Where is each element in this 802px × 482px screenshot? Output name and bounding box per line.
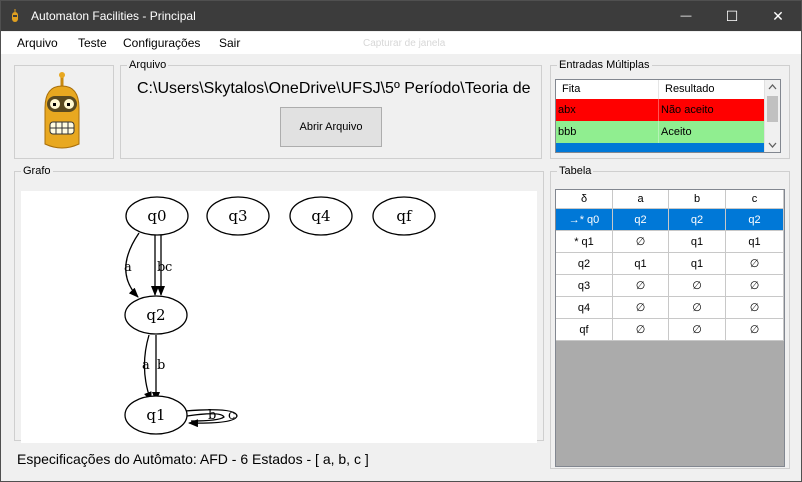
edge-label: b [208,408,216,423]
column-header-resultado[interactable]: Resultado [659,80,766,99]
table-column-header[interactable]: b [669,190,726,209]
tabela-group: Tabela δ a b c →* q0 q2 q2 q2 * q1 ∅ q1 q1 q2 q1 q1 ∅ q3… [550,164,790,469]
state-label: qf [396,207,413,225]
table-cell[interactable]: ∅ [669,319,726,341]
minimize-button[interactable]: — [663,1,709,31]
table-cell[interactable]: q1 [726,231,784,253]
scroll-up-icon [768,84,777,90]
edge-label: b [157,358,165,373]
edge-label: c [228,408,235,423]
grafo-group: Grafo a b c a b b c q0 q3 q4 qf q2 q1 [14,164,544,443]
edge-label: c [165,260,172,275]
table-cell[interactable]: q1 [669,253,726,275]
grafo-group-title: Grafo [21,164,53,178]
state-label: q3 [228,207,247,225]
ghost-capture-label: Capturar de janela [363,38,446,49]
table-cell[interactable]: ∅ [726,275,784,297]
table-cell[interactable]: ∅ [726,319,784,341]
automaton-graph: a b c a b b c q0 q3 q4 qf q2 q1 [124,196,436,435]
entradas-group-title: Entradas Múltiplas [557,58,652,72]
open-file-button[interactable]: Abrir Arquivo [280,107,382,147]
table-cell[interactable]: ∅ [669,275,726,297]
entrada-resultado: Não aceito [659,99,766,121]
table-row-header[interactable]: q3 [556,275,613,297]
entradas-header: Fita Resultado [556,80,766,100]
entrada-row-partial[interactable] [556,143,766,152]
entrada-row[interactable]: abx Não aceito [556,99,766,121]
maximize-icon: ☐ [725,7,739,24]
edge-label: a [124,260,132,275]
scrollbar-thumb[interactable] [767,96,778,122]
tabela-group-title: Tabela [557,164,594,178]
entradas-list[interactable]: Fita Resultado abx Não aceito bbb Aceito [555,79,781,153]
transition-table[interactable]: δ a b c →* q0 q2 q2 q2 * q1 ∅ q1 q1 q2 q1 q1 ∅ q3 ∅ ∅ ∅ q4 ∅ ∅… [555,189,785,467]
arquivo-group: Arquivo C:\Users\Skytalos\OneDrive\UFSJ\… [120,58,542,159]
entrada-row[interactable]: bbb Aceito [556,121,766,143]
main-window: Automaton Facilities - Principal — ☐ ✕ A… [0,0,802,482]
scroll-down-icon [768,142,777,148]
robot-app-icon [12,9,18,22]
table-column-header[interactable]: a [613,190,669,209]
edge-q1-q1-loop-inner [186,413,225,422]
table-row-header[interactable]: qf [556,319,613,341]
table-cell[interactable]: ∅ [613,297,669,319]
file-path-label: C:\Users\Skytalos\OneDrive\UFSJ\5º Perío… [137,80,531,97]
open-file-button-label: Abrir Arquivo [299,121,363,133]
menu-configuracoes[interactable]: Configurações [123,36,200,50]
table-cell[interactable]: q2 [669,209,726,231]
edge-label: a [142,358,150,373]
entradas-group: Entradas Múltiplas Fita Resultado abx Nã… [550,58,790,159]
entrada-resultado: Aceito [659,121,766,143]
table-row-header[interactable]: →* q0 [556,209,613,231]
logo-panel [14,65,114,159]
maximize-button[interactable]: ☐ [709,1,755,31]
state-label: q0 [147,207,166,225]
menu-sair[interactable]: Sair [219,36,240,50]
title-bar[interactable]: Automaton Facilities - Principal — ☐ ✕ [1,1,801,31]
table-cell[interactable]: q2 [613,209,669,231]
table-column-header[interactable]: c [726,190,784,209]
minimize-icon: — [680,10,692,22]
table-row-header[interactable]: q4 [556,297,613,319]
table-cell[interactable]: ∅ [613,231,669,253]
column-header-fita[interactable]: Fita [556,80,659,99]
table-cell[interactable]: ∅ [669,297,726,319]
close-icon: ✕ [772,7,784,24]
state-label: q4 [311,207,330,225]
table-cell[interactable]: ∅ [613,275,669,297]
entrada-fita: bbb [556,121,659,143]
menu-teste[interactable]: Teste [78,36,107,50]
table-row-header[interactable]: q2 [556,253,613,275]
close-button[interactable]: ✕ [755,1,801,31]
table-cell[interactable]: q2 [726,209,784,231]
state-label: q2 [146,306,165,324]
table-cell[interactable]: ∅ [726,297,784,319]
state-label: q1 [146,406,165,424]
table-row-header[interactable]: * q1 [556,231,613,253]
window-title: Automaton Facilities - Principal [31,9,196,23]
entradas-scrollbar[interactable] [764,80,780,152]
table-column-header[interactable]: δ [556,190,613,209]
table-cell[interactable]: ∅ [613,319,669,341]
menu-arquivo[interactable]: Arquivo [17,36,58,50]
table-cell[interactable]: q1 [613,253,669,275]
entrada-fita: abx [556,99,659,121]
grafo-canvas: a b c a b b c q0 q3 q4 qf q2 q1 [21,191,537,443]
automaton-specs-label: Especificações do Autômato: AFD - 6 Esta… [17,451,369,467]
robot-logo [44,72,80,149]
table-cell[interactable]: ∅ [726,253,784,275]
arquivo-group-title: Arquivo [127,58,169,72]
table-cell[interactable]: q1 [669,231,726,253]
